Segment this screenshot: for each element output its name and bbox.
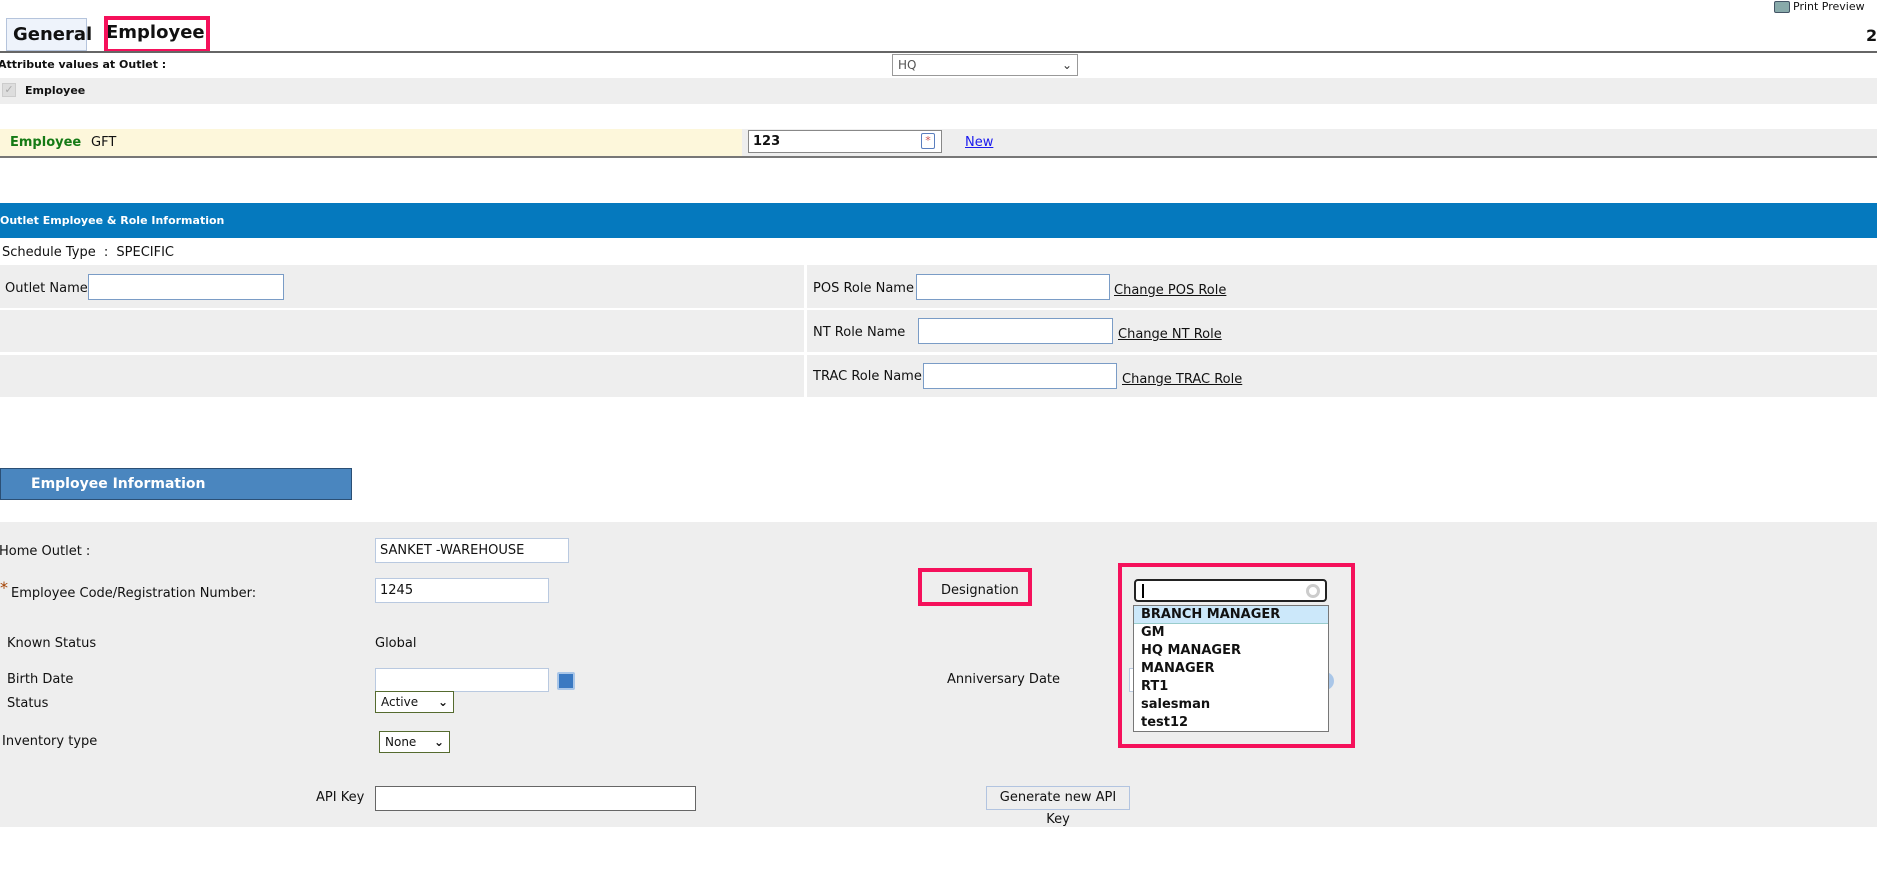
status-select-value: Active bbox=[381, 695, 419, 709]
chevron-down-icon: ⌄ bbox=[1061, 58, 1072, 72]
chevron-down-icon: ⌄ bbox=[437, 695, 448, 709]
home-outlet-label: Home Outlet : bbox=[0, 544, 91, 559]
page-marker: 2 bbox=[1866, 26, 1877, 45]
employee-code-label: Employee Code/Registration Number: bbox=[11, 586, 257, 601]
role-row-3-left bbox=[0, 355, 804, 397]
schedule-type-label: Schedule Type bbox=[2, 245, 96, 260]
role-section-header: Outlet Employee & Role Information bbox=[0, 203, 1877, 238]
highlight-designation-label bbox=[918, 568, 1032, 606]
highlight-employee-tab bbox=[104, 16, 210, 53]
known-status-label: Known Status bbox=[7, 636, 97, 651]
outlet-select-value: HQ bbox=[898, 58, 917, 72]
known-status-value: Global bbox=[375, 636, 417, 651]
employee-checkbox-row bbox=[0, 78, 1877, 104]
employee-info-tab: Employee Information bbox=[0, 468, 352, 500]
employee-lookup-input[interactable]: 123 bbox=[748, 130, 942, 153]
schedule-type-separator: : bbox=[103, 245, 109, 260]
api-key-label: API Key bbox=[316, 790, 365, 805]
employee-checkbox[interactable]: ✓ bbox=[2, 83, 16, 97]
tab-divider bbox=[0, 51, 1877, 53]
print-preview-label: Print Preview bbox=[1793, 0, 1865, 13]
inventory-type-select[interactable]: None ⌄ bbox=[379, 731, 450, 753]
required-mark: * bbox=[0, 578, 8, 597]
birth-date-input[interactable] bbox=[375, 668, 549, 692]
home-outlet-input[interactable]: SANKET -WAREHOUSE bbox=[375, 538, 569, 563]
role-row-2-left bbox=[0, 310, 804, 352]
tab-general[interactable]: General bbox=[6, 18, 92, 51]
pos-role-input[interactable] bbox=[916, 274, 1110, 300]
employee-checkbox-label: Employee bbox=[25, 84, 86, 97]
anniversary-date-label: Anniversary Date bbox=[947, 672, 1061, 687]
nt-role-input[interactable] bbox=[918, 318, 1113, 344]
status-label: Status bbox=[7, 696, 49, 711]
employee-bar-label: Employee bbox=[10, 135, 82, 150]
generate-api-key-button[interactable]: Generate new API Key bbox=[986, 786, 1130, 827]
api-key-input[interactable] bbox=[375, 786, 696, 811]
nt-role-label: NT Role Name bbox=[813, 325, 906, 340]
inventory-type-label: Inventory type bbox=[2, 734, 98, 749]
trac-role-label: TRAC Role Name bbox=[813, 369, 922, 384]
employee-bar-divider bbox=[0, 156, 1877, 158]
trac-role-input[interactable] bbox=[923, 363, 1117, 389]
calendar-icon[interactable] bbox=[557, 672, 575, 690]
printer-icon bbox=[1774, 0, 1790, 13]
chevron-down-icon: ⌄ bbox=[433, 735, 444, 749]
schedule-type: Schedule Type : SPECIFIC bbox=[2, 245, 174, 260]
change-nt-role-link[interactable]: Change NT Role bbox=[1118, 327, 1222, 342]
lookup-icon[interactable]: * bbox=[921, 133, 935, 149]
pos-role-label: POS Role Name bbox=[813, 281, 914, 296]
status-select[interactable]: Active ⌄ bbox=[375, 691, 454, 713]
inventory-type-value: None bbox=[385, 735, 417, 749]
change-pos-role-link[interactable]: Change POS Role bbox=[1114, 283, 1226, 298]
outlet-name-label: Outlet Name bbox=[5, 281, 88, 296]
attribute-label: Attribute values at Outlet : bbox=[0, 58, 167, 71]
employee-code-input[interactable]: 1245 bbox=[375, 578, 549, 603]
outlet-select[interactable]: HQ ⌄ bbox=[892, 54, 1078, 76]
change-trac-role-link[interactable]: Change TRAC Role bbox=[1122, 372, 1242, 387]
birth-date-label: Birth Date bbox=[7, 672, 74, 687]
employee-bar-code: GFT bbox=[91, 135, 117, 150]
outlet-name-input[interactable] bbox=[88, 274, 284, 300]
schedule-type-value: SPECIFIC bbox=[116, 245, 175, 260]
new-employee-link[interactable]: New bbox=[965, 135, 993, 150]
print-preview-button[interactable]: Print Preview bbox=[1774, 0, 1865, 13]
highlight-designation-dropdown bbox=[1118, 563, 1355, 748]
